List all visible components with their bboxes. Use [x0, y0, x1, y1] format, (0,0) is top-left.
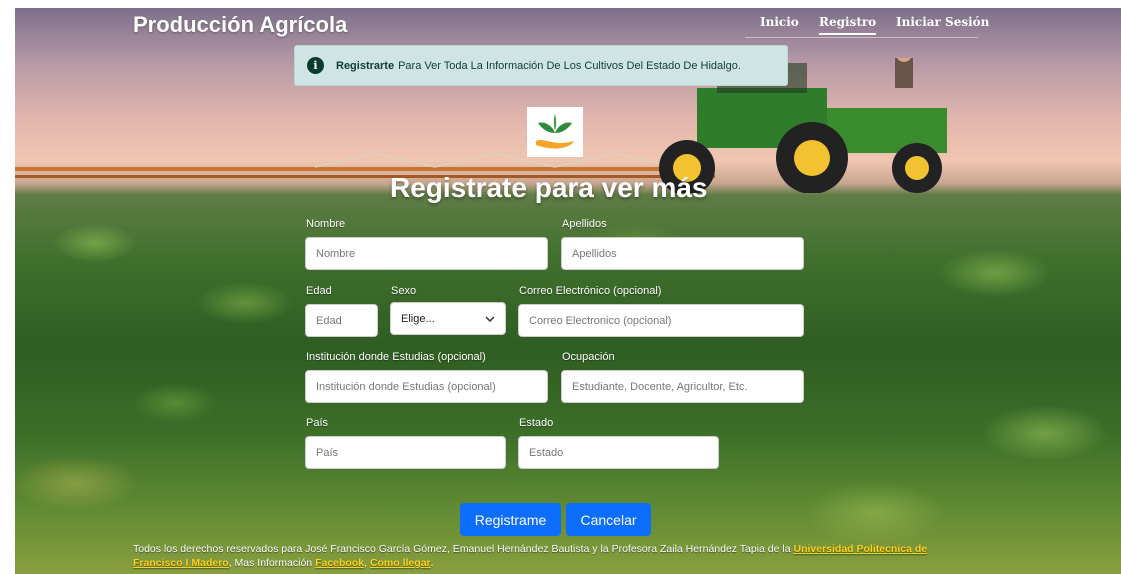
label-apellidos: Apellidos [562, 218, 607, 230]
info-alert: i Registrarte Para Ver Toda La Informaci… [294, 45, 788, 86]
footer-end: . [430, 557, 434, 569]
footer-text: Todos los derechos reservados para José … [133, 543, 791, 555]
register-button[interactable]: Registrame [460, 503, 561, 536]
edad-input[interactable] [305, 304, 378, 337]
institucion-input[interactable] [305, 370, 548, 403]
label-pais: País [306, 417, 329, 429]
chevron-down-icon [485, 315, 495, 322]
sexo-select[interactable]: Elige... [390, 302, 506, 335]
label-estado: Estado [519, 417, 554, 429]
nombre-input[interactable] [305, 237, 548, 270]
footer-comma: , [364, 557, 368, 569]
alert-bold-text: Registrarte [336, 59, 395, 72]
label-edad: Edad [306, 285, 332, 297]
footer-link-facebook[interactable]: Facebook [315, 557, 364, 569]
estado-input[interactable] [518, 436, 719, 469]
ocupacion-input[interactable] [561, 370, 804, 403]
footer-text-more: , Mas Información [228, 557, 313, 569]
label-ocupacion: Ocupación [562, 351, 615, 363]
label-correo: Correo Electrónico (opcional) [519, 285, 662, 297]
label-nombre: Nombre [306, 218, 346, 230]
footer: Todos los derechos reservados para José … [133, 542, 963, 570]
sexo-select-value: Elige... [401, 312, 435, 325]
apellidos-input[interactable] [561, 237, 804, 270]
nav-inicio[interactable]: Inicio [760, 15, 799, 33]
info-icon: i [307, 57, 324, 74]
nav-iniciar-sesion[interactable]: Iniciar Sesión [896, 15, 989, 33]
brand-title[interactable]: Producción Agrícola [133, 12, 347, 38]
alert-text: Para Ver Toda La Información De Los Cult… [398, 59, 741, 72]
logo [527, 107, 583, 157]
pais-input[interactable] [305, 436, 506, 469]
nav-registro[interactable]: Registro [819, 15, 877, 35]
nav-divider [745, 37, 978, 38]
cancel-button[interactable]: Cancelar [566, 503, 651, 536]
label-sexo: Sexo [391, 285, 417, 297]
plant-hand-logo-icon [536, 114, 574, 149]
label-institucion: Institución donde Estudias (opcional) [306, 351, 486, 363]
correo-input[interactable] [518, 304, 804, 337]
footer-link-como-llegar[interactable]: Como llegar [370, 557, 431, 569]
